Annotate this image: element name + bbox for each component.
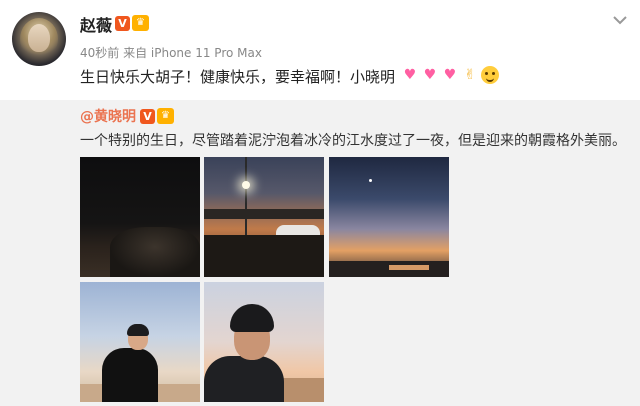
person-figure xyxy=(204,300,304,402)
photo-thumbnail[interactable] xyxy=(329,157,449,277)
verified-badge-icon: V xyxy=(115,16,130,31)
photo-thumbnail[interactable] xyxy=(204,157,324,277)
crowd-silhouette xyxy=(204,235,324,277)
photo-thumbnail[interactable] xyxy=(204,282,324,402)
repost-verified-badge-icon: V xyxy=(140,109,155,124)
avatar-face xyxy=(28,24,50,52)
photo-thumbnail[interactable] xyxy=(80,157,200,277)
repost-card: @黄晓明 V ♛ 一个特别的生日，尽管踏着泥泞泡着冰冷的江水度过了一夜，但是迎来… xyxy=(0,100,640,406)
person-body xyxy=(204,356,284,402)
person-body xyxy=(102,348,158,402)
chevron-down-icon[interactable] xyxy=(612,14,628,26)
crowd-silhouette xyxy=(110,227,200,277)
star xyxy=(369,179,372,182)
heart-icon: ♥ xyxy=(423,67,437,83)
emoji-row: ♥ ♥ ♥ ✌ xyxy=(401,66,499,84)
repost-author[interactable]: @黄晓明 xyxy=(80,106,136,126)
person-figure xyxy=(94,320,158,402)
avatar[interactable] xyxy=(12,12,66,66)
repost-text: 一个特别的生日，尽管踏着泥泞泡着冰冷的江水度过了一夜，但是迎来的朝霞格外美丽。 xyxy=(80,133,626,149)
heart-icon: ♥ xyxy=(443,67,457,83)
photo-thumbnail[interactable] xyxy=(80,282,200,402)
bridge xyxy=(204,209,324,219)
heart-icon: ♥ xyxy=(403,67,417,83)
lamp-light xyxy=(242,181,250,189)
post-header: 赵薇 V ♛ 40秒前 来自 iPhone 11 Pro Max 生日快乐大胡子… xyxy=(0,0,640,100)
hand-icon: ✌ xyxy=(464,67,476,83)
username[interactable]: 赵薇 xyxy=(80,12,112,36)
water-reflection xyxy=(389,265,429,270)
vip-crown-icon: ♛ xyxy=(132,15,149,31)
beanie xyxy=(230,304,274,332)
smile-icon xyxy=(481,66,499,84)
lamp-pole xyxy=(245,157,247,247)
repost-vip-crown-icon: ♛ xyxy=(157,108,174,124)
beanie xyxy=(127,324,149,336)
post-meta: 40秒前 来自 iPhone 11 Pro Max xyxy=(80,46,262,60)
post-text: 生日快乐大胡子！健康快乐，要幸福啊！小晓明 xyxy=(80,68,396,86)
